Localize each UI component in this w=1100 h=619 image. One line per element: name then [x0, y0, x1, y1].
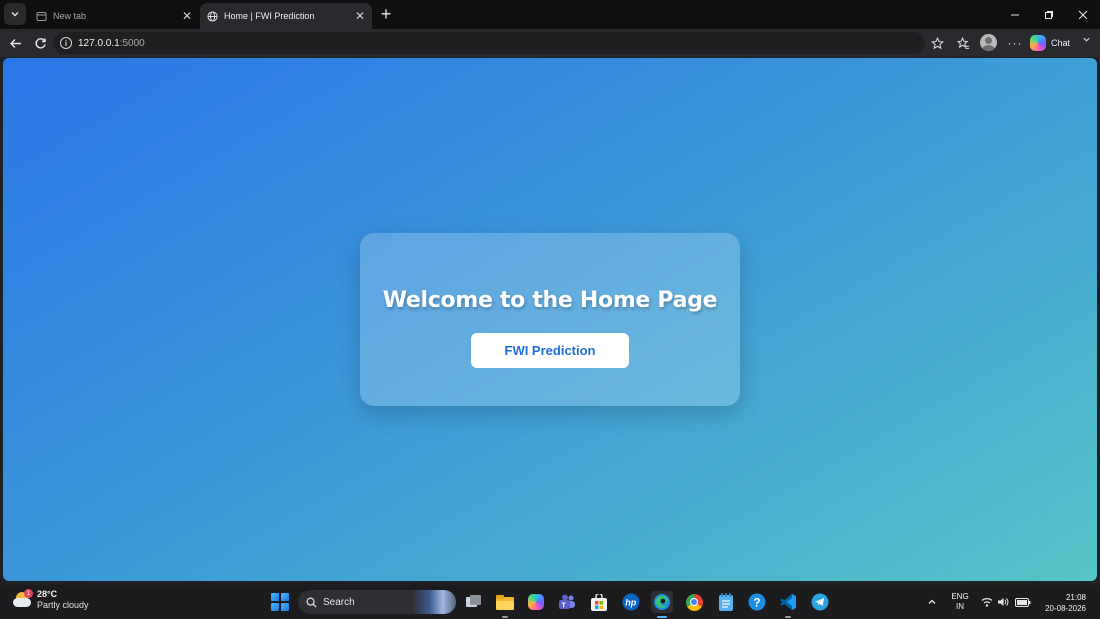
copilot-app-icon[interactable] [525, 591, 547, 613]
favorites-icon[interactable] [953, 33, 973, 53]
site-info-icon[interactable]: i [60, 37, 72, 49]
clock-time: 21:08 [1065, 593, 1086, 602]
telegram-icon[interactable] [809, 591, 831, 613]
task-view-icon[interactable] [463, 591, 485, 613]
svg-text:T: T [562, 603, 567, 610]
system-clock[interactable]: 21:08 20-08-2026 [1040, 592, 1086, 614]
back-arrow-icon[interactable] [5, 33, 25, 53]
address-bar[interactable]: i 127.0.0.1:5000 [53, 32, 925, 54]
close-window-icon[interactable] [1066, 0, 1100, 29]
tab-list-chevron-icon[interactable] [4, 3, 26, 25]
clock-date: 20-08-2026 [1045, 604, 1086, 613]
partly-cloudy-icon: 1 [13, 589, 33, 610]
browser-toolbar: i 127.0.0.1:5000 ··· Chat [0, 29, 1100, 57]
profile-avatar[interactable] [980, 34, 997, 51]
taskbar: 1 28°C Partly cloudy Search T hp ? ENG I… [0, 585, 1100, 619]
battery-icon[interactable] [1015, 585, 1031, 619]
tab-close-icon[interactable]: ✕ [352, 8, 368, 24]
more-menu-icon[interactable]: ··· [1005, 33, 1025, 53]
copilot-chat-button[interactable]: Chat [1030, 33, 1070, 53]
tab-home-fwi-prediction[interactable]: Home | FWI Prediction ✕ [200, 3, 372, 29]
copilot-icon [1030, 35, 1046, 51]
globe-icon [206, 10, 218, 22]
window-controls [998, 0, 1100, 29]
svg-text:?: ? [753, 596, 760, 610]
file-explorer-icon[interactable] [494, 591, 516, 618]
notification-badge: 1 [24, 589, 33, 598]
show-hidden-icons-chevron-icon[interactable] [927, 585, 937, 619]
svg-text:hp: hp [625, 598, 636, 608]
url-host: 127.0.0.1 [78, 37, 120, 49]
tab-new-tab[interactable]: New tab ✕ [29, 3, 199, 29]
fwi-prediction-button[interactable]: FWI Prediction [471, 333, 629, 368]
chrome-icon[interactable] [683, 591, 705, 613]
microsoft-store-icon[interactable] [588, 591, 610, 613]
language-indicator[interactable]: ENG IN [950, 592, 970, 612]
search-highlight-image [412, 590, 456, 614]
welcome-card: Welcome to the Home Page FWI Prediction [360, 233, 740, 406]
search-icon [306, 597, 317, 608]
reload-icon[interactable] [30, 33, 50, 53]
hp-icon[interactable]: hp [620, 591, 642, 613]
new-tab-page-icon [35, 10, 47, 22]
wifi-icon[interactable] [981, 585, 993, 619]
page-title: Welcome to the Home Page [382, 288, 718, 313]
edge-icon[interactable] [651, 591, 673, 618]
vscode-icon[interactable] [777, 591, 799, 618]
help-icon[interactable]: ? [746, 591, 768, 613]
new-tab-plus-icon[interactable]: + [376, 4, 396, 24]
tab-title: Home | FWI Prediction [224, 11, 315, 21]
minimize-icon[interactable] [998, 0, 1032, 29]
weather-widget[interactable]: 1 28°C Partly cloudy [13, 589, 89, 611]
page-viewport: Welcome to the Home Page FWI Prediction [3, 58, 1097, 581]
favorite-star-icon[interactable] [927, 33, 947, 53]
windows-start-icon[interactable] [271, 593, 289, 611]
chevron-down-icon[interactable] [1082, 35, 1091, 46]
teams-icon[interactable]: T [556, 591, 578, 613]
language-code: ENG [951, 592, 969, 601]
search-placeholder: Search [323, 596, 355, 608]
url-port: :5000 [119, 37, 145, 49]
language-region: IN [956, 602, 964, 611]
weather-condition: Partly cloudy [37, 600, 89, 610]
tab-title: New tab [53, 11, 87, 21]
address-url: 127.0.0.1:5000 [78, 38, 145, 49]
taskbar-search[interactable]: Search [298, 590, 456, 614]
restore-icon[interactable] [1032, 0, 1066, 29]
notepad-icon[interactable] [715, 591, 737, 613]
volume-icon[interactable] [997, 585, 1009, 619]
tab-close-icon[interactable]: ✕ [179, 8, 195, 24]
tab-strip: New tab ✕ Home | FWI Prediction ✕ + [0, 0, 1100, 29]
weather-temperature: 28°C [37, 589, 58, 599]
chat-label: Chat [1051, 38, 1071, 48]
